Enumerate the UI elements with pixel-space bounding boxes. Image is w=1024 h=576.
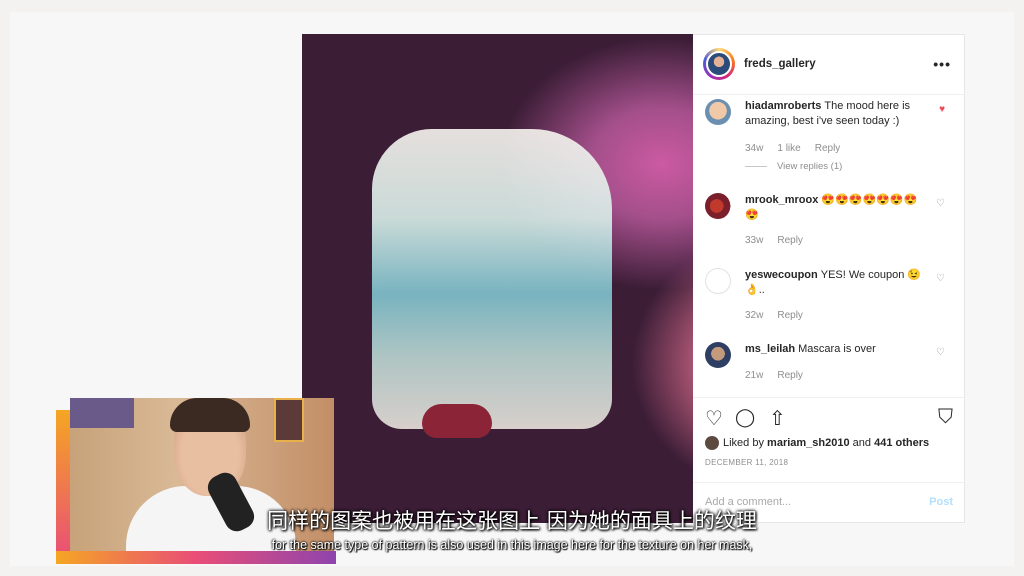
bookmark-icon[interactable]: ⛉ xyxy=(938,406,953,429)
post-date: DECEMBER 11, 2018 xyxy=(705,458,789,467)
reply-link[interactable]: Reply xyxy=(777,235,803,246)
liked-by-others[interactable]: 441 others xyxy=(874,437,929,449)
like-heart-icon[interactable]: ♡ xyxy=(705,406,723,431)
avatar xyxy=(705,436,719,450)
liked-by-line: Liked by mariam_sh2010 and 441 others xyxy=(705,436,929,450)
liked-by-user[interactable]: mariam_sh2010 xyxy=(767,437,850,449)
comment-meta: 33w Reply xyxy=(745,235,817,246)
post-author-username[interactable]: freds_gallery xyxy=(744,58,816,70)
subtitle-english: for the same type of pattern is also use… xyxy=(271,538,753,552)
liked-by-and: and xyxy=(852,436,872,449)
comment-age: 21w xyxy=(745,370,764,381)
heart-icon[interactable]: ♡ xyxy=(936,347,945,358)
avatar xyxy=(706,51,732,77)
divider xyxy=(745,165,767,167)
avatar[interactable] xyxy=(705,268,731,294)
comment-meta: 32w Reply xyxy=(745,310,817,321)
comment-age: 32w xyxy=(745,310,764,321)
presenter-hair xyxy=(170,398,250,432)
comment-likes[interactable]: 1 like xyxy=(777,143,800,154)
comment-body: Mascara is over xyxy=(798,343,876,355)
comment-bubble-icon[interactable]: ◯ xyxy=(735,407,755,428)
avatar[interactable] xyxy=(705,193,731,219)
reply-link[interactable]: Reply xyxy=(815,143,841,154)
comment-text: hiadamroberts The mood here is amazing, b… xyxy=(745,99,929,129)
story-ring[interactable] xyxy=(703,48,735,80)
background-shelf xyxy=(70,398,134,428)
comment-username[interactable]: hiadamroberts xyxy=(745,100,821,112)
heart-icon[interactable]: ♡ xyxy=(936,273,945,284)
comment-text: yeswecoupon YES! We coupon 😉👌.. xyxy=(745,268,929,298)
avatar[interactable] xyxy=(705,99,731,125)
avatar[interactable] xyxy=(705,342,731,368)
view-replies-label: View replies (1) xyxy=(777,161,843,172)
view-replies-link[interactable]: View replies (1) xyxy=(745,161,842,172)
heart-filled-icon[interactable]: ♥ xyxy=(939,104,945,115)
webcam-accent-bar xyxy=(56,551,336,564)
subtitle-chinese: 同样的图案也被用在这张图上 因为她的面具上的纹理 xyxy=(267,509,757,533)
comment-meta: 34w 1 like Reply xyxy=(745,143,854,154)
comment-text: ms_leilah Mascara is over xyxy=(745,342,929,357)
more-options-icon[interactable]: ••• xyxy=(933,56,951,72)
heart-icon[interactable]: ♡ xyxy=(936,198,945,209)
share-icon[interactable]: ⇧ xyxy=(769,406,786,431)
reply-link[interactable]: Reply xyxy=(777,370,803,381)
background-poster xyxy=(274,398,304,442)
liked-by-prefix: Liked by xyxy=(723,436,764,449)
mask-texture xyxy=(372,129,612,429)
comment-username[interactable]: yeswecoupon xyxy=(745,269,818,281)
post-header: freds_gallery ••• xyxy=(693,35,965,95)
post-side-panel: freds_gallery ••• hiadamroberts The mood … xyxy=(693,34,965,523)
post-image[interactable] xyxy=(302,34,693,523)
reply-link[interactable]: Reply xyxy=(777,310,803,321)
comment-username[interactable]: ms_leilah xyxy=(745,343,795,355)
comment-age: 33w xyxy=(745,235,764,246)
comment-text: mrook_mroox 😍😍😍😍😍😍😍😍 xyxy=(745,193,929,223)
lips xyxy=(422,404,492,438)
comment-username[interactable]: mrook_mroox xyxy=(745,194,818,206)
comment-meta: 21w Reply xyxy=(745,370,817,381)
comment-age: 34w xyxy=(745,143,764,154)
